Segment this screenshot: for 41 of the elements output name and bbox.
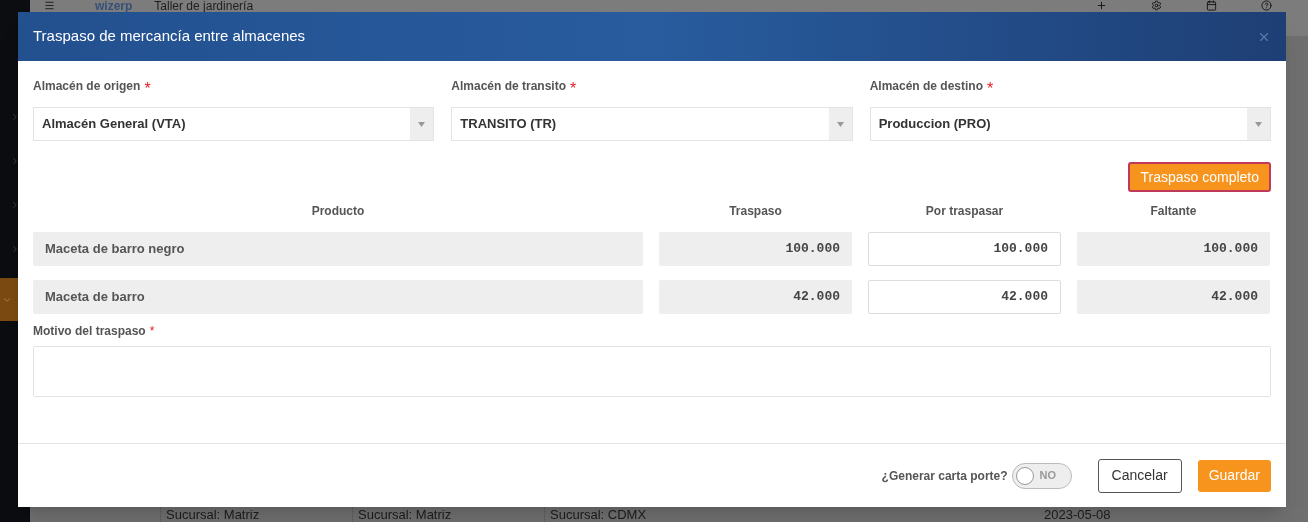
field-label: Almacén de transito bbox=[451, 78, 567, 95]
select-field[interactable]: Almacén General (VTA) bbox=[33, 107, 435, 141]
select-field[interactable]: TRANSITO (TR) bbox=[451, 107, 853, 141]
column-header: Faltante bbox=[1149, 203, 1198, 220]
dropdown-caret-icon bbox=[418, 121, 426, 127]
chevron-right-icon[interactable] bbox=[10, 112, 20, 122]
chevron-right-icon[interactable] bbox=[10, 156, 20, 166]
column-header: Producto bbox=[310, 203, 366, 220]
transfer-field: 100.000 bbox=[659, 232, 852, 266]
required-mark: * bbox=[570, 79, 577, 99]
dropdown-caret-icon bbox=[1255, 121, 1262, 127]
column-header: Por traspasar bbox=[924, 203, 1005, 220]
chevron-right-icon[interactable] bbox=[10, 200, 20, 210]
product-field: Maceta de barro negro bbox=[33, 232, 643, 266]
help-icon[interactable] bbox=[1261, 0, 1272, 11]
select-field[interactable]: Produccion (PRO) bbox=[869, 107, 1271, 141]
app-logo: wizerp bbox=[95, 0, 133, 12]
required-mark: * bbox=[149, 323, 155, 340]
modal-title: Traspaso de mercancía entre almacenes bbox=[33, 26, 306, 47]
add-icon[interactable] bbox=[1096, 0, 1107, 11]
required-mark: * bbox=[987, 79, 994, 99]
transfer-field: 42.000 bbox=[659, 280, 852, 314]
field-label: Almacén de origen bbox=[33, 78, 141, 95]
cancel-button[interactable]: Cancelar bbox=[1097, 458, 1182, 493]
product-field: Maceta de barro bbox=[33, 280, 643, 314]
field-label: Motivo del traspaso bbox=[33, 323, 146, 340]
page-title: Taller de jardinería bbox=[154, 0, 254, 12]
settings-icon[interactable] bbox=[1151, 0, 1162, 11]
table-cell: 2023-05-08 bbox=[1044, 507, 1111, 522]
pending-input[interactable]: 42.000 bbox=[868, 280, 1061, 314]
menu-icon[interactable] bbox=[44, 0, 55, 11]
missing-field: 42.000 bbox=[1077, 280, 1270, 314]
column-header: Traspaso bbox=[728, 203, 783, 220]
pending-input[interactable]: 100.000 bbox=[868, 232, 1061, 266]
carta-porte-label: ¿Generar carta porte? bbox=[881, 467, 1008, 485]
chevron-right-icon[interactable] bbox=[10, 244, 20, 254]
missing-field: 100.000 bbox=[1077, 232, 1270, 266]
required-mark: * bbox=[144, 79, 151, 99]
dropdown-caret-icon bbox=[836, 121, 844, 127]
calendar-icon[interactable] bbox=[1206, 0, 1217, 11]
field-label: Almacén de destino bbox=[869, 78, 984, 95]
